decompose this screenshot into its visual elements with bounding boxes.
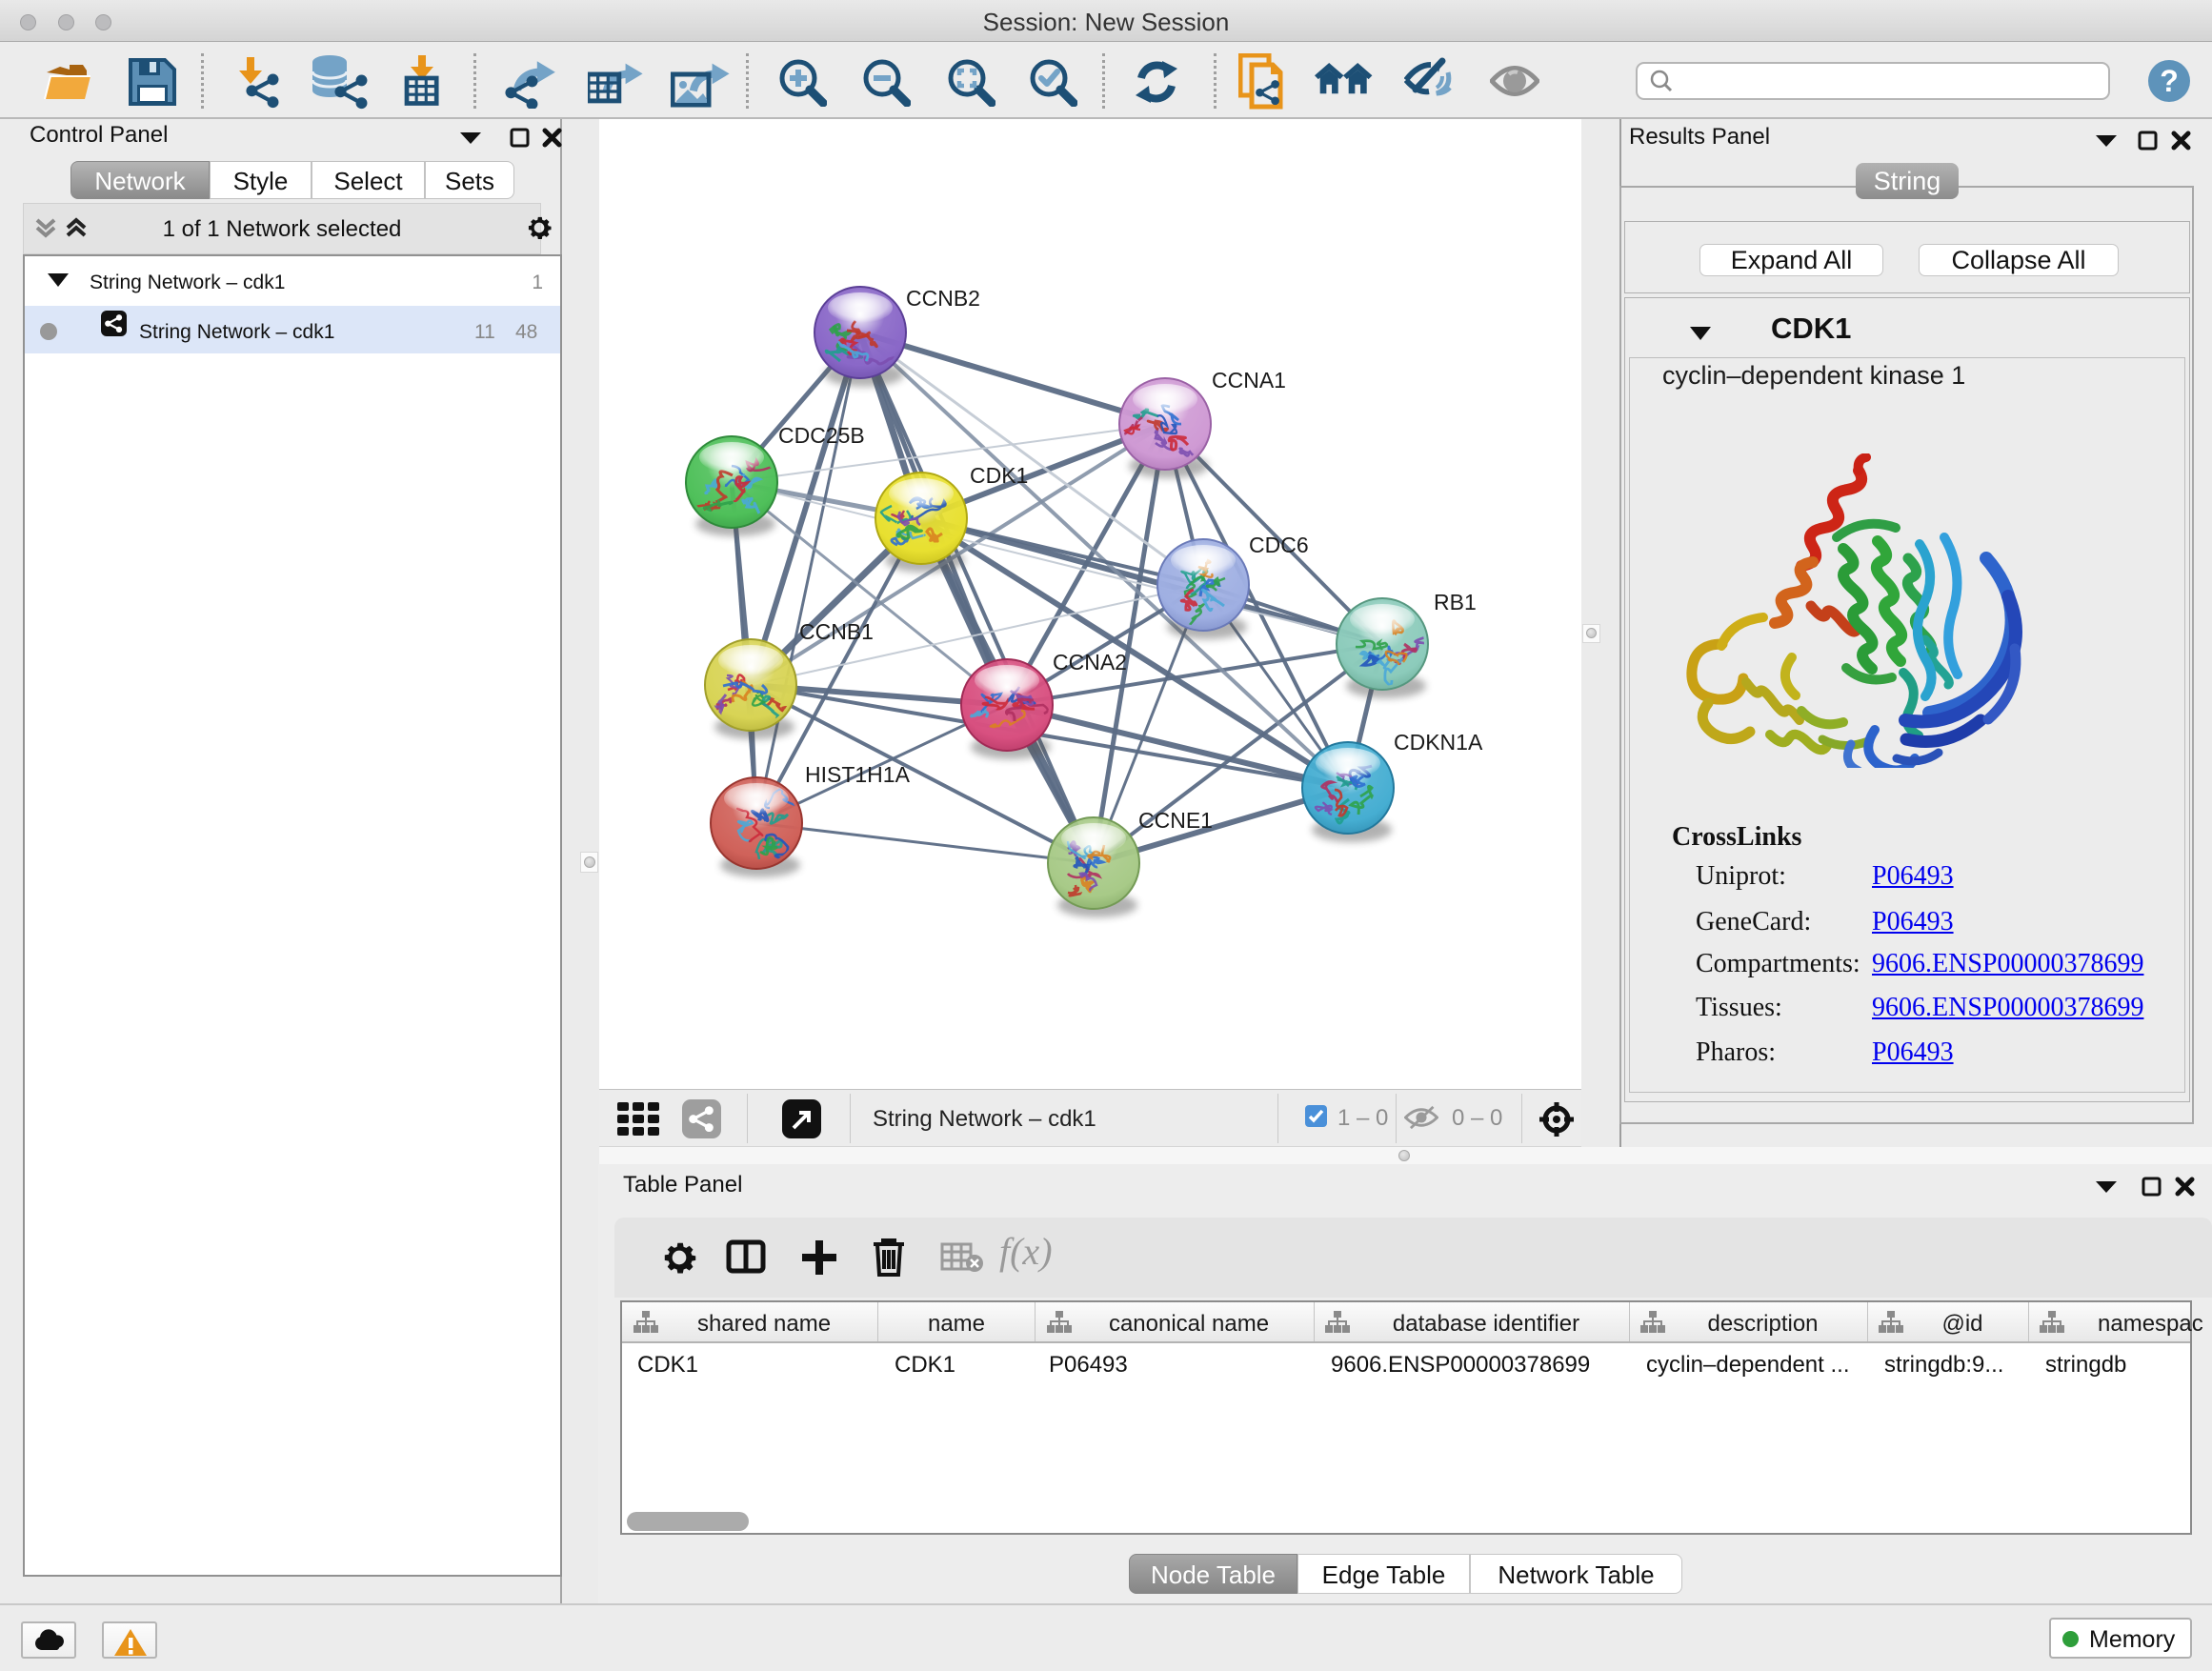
svg-text:CCNB2: CCNB2	[906, 286, 980, 311]
svg-text:CCNB1: CCNB1	[799, 619, 874, 644]
svg-text:CCNA1: CCNA1	[1212, 368, 1286, 393]
svg-text:CCNA2: CCNA2	[1053, 650, 1127, 674]
svg-text:CDC25B: CDC25B	[778, 423, 865, 448]
svg-text:RB1: RB1	[1434, 590, 1477, 614]
svg-text:HIST1H1A: HIST1H1A	[805, 762, 911, 787]
svg-text:CDKN1A: CDKN1A	[1394, 730, 1483, 755]
svg-text:CDK1: CDK1	[970, 463, 1028, 488]
svg-text:CDC6: CDC6	[1249, 533, 1309, 557]
svg-text:CCNE1: CCNE1	[1138, 808, 1213, 833]
